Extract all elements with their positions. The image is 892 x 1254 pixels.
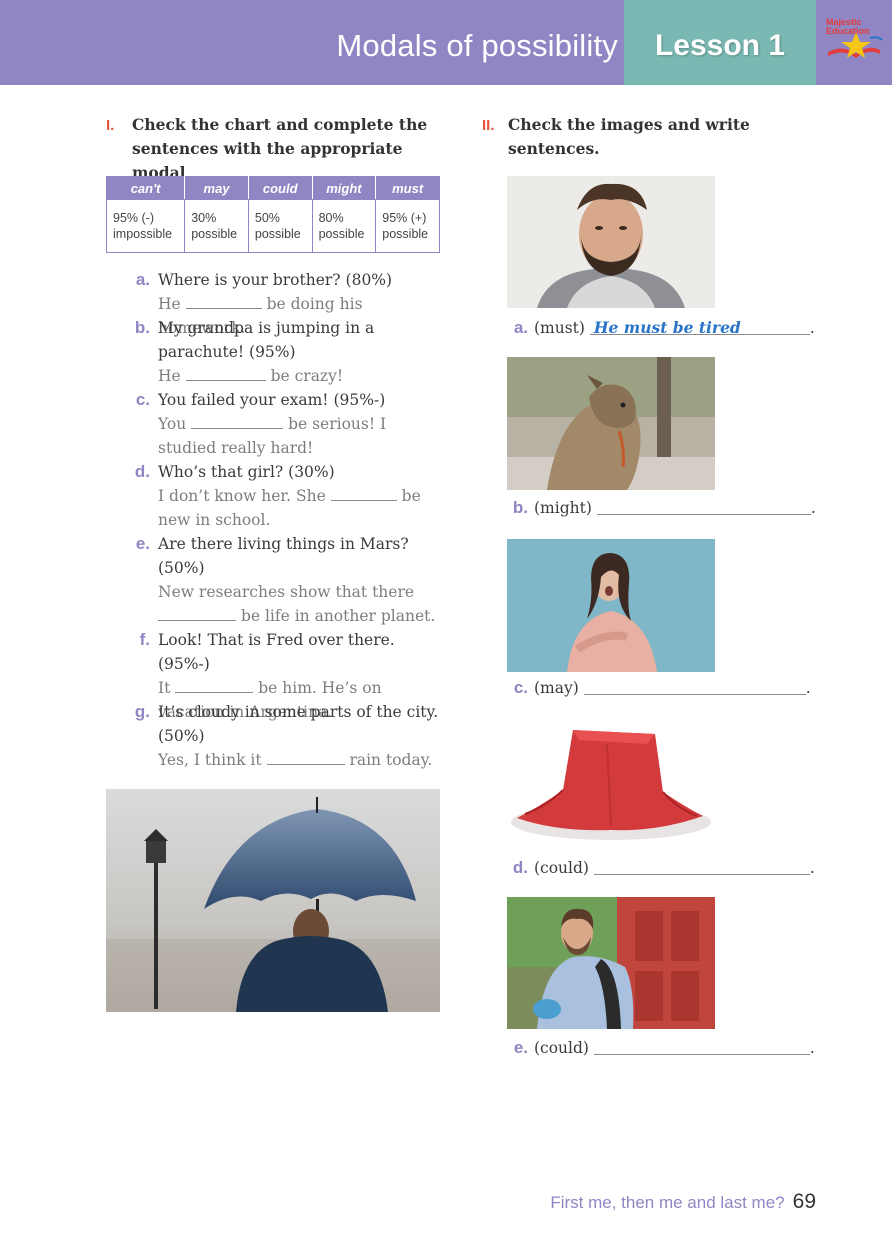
answer-blank[interactable] xyxy=(185,294,262,309)
answer-blank[interactable] xyxy=(266,750,345,765)
exercise-item-g: g. It’s cloudy in some parts of the city… xyxy=(130,700,442,772)
chart-header-cell: may xyxy=(184,176,249,200)
man-at-door-photo xyxy=(507,897,715,1029)
write-line-b: b. (might) . xyxy=(508,496,816,520)
chart-cell: 80% possible xyxy=(311,199,377,253)
dog-photo xyxy=(507,357,715,490)
tired-man-photo xyxy=(507,176,715,308)
write-line-e: e. (could) . xyxy=(508,1036,815,1060)
modal-chart: can't may could might must 95% (-) imposs… xyxy=(105,176,440,253)
write-line-c: c. (may) . xyxy=(508,676,811,700)
item-answer: He be crazy! xyxy=(158,366,344,385)
item-letter: a. xyxy=(135,270,150,289)
answer-blank[interactable] xyxy=(191,414,284,429)
logo-text: Majestic Education xyxy=(826,17,870,36)
scared-woman-photo xyxy=(507,539,715,672)
modal-hint: (could) xyxy=(534,859,589,877)
item-question: Who’s that girl? (30%) xyxy=(158,463,335,481)
page-footer: First me, then me and last me? 69 xyxy=(550,1190,816,1214)
modal-hint: (might) xyxy=(534,499,592,517)
item-answer: Yes, I think it rain today. xyxy=(158,750,433,769)
item-question: Look! That is Fred over there. (95%-) xyxy=(158,631,395,673)
item-letter: g. xyxy=(134,702,150,721)
chart-header-cell: might xyxy=(311,176,377,200)
write-line-a: a. (must) He must be tired. xyxy=(508,316,815,340)
chart-body-row: 95% (-) impossible 30% possible 50% possibl… xyxy=(105,199,440,253)
exercise-item-d: d. Who’s that girl? (30%) I don’t know h… xyxy=(130,460,442,532)
chart-cell: 30% possible xyxy=(184,199,249,253)
answer-line[interactable] xyxy=(593,1036,810,1055)
modal-hint: (could) xyxy=(534,1039,589,1057)
topic-title: Modals of possibility xyxy=(336,28,618,63)
item-letter: c. xyxy=(135,390,150,409)
chart-header-cell: can't xyxy=(105,176,186,200)
page-number: 69 xyxy=(792,1190,816,1213)
item-answer: New researches show that there be life i… xyxy=(158,583,436,625)
item-letter: e. xyxy=(513,1038,528,1057)
covered-object-photo xyxy=(507,718,715,852)
item-question: Are there living things in Mars? (50%) xyxy=(158,535,409,577)
modal-hint: (may) xyxy=(534,679,579,697)
section2-title: Check the images and write sentences. xyxy=(508,115,750,158)
answer-line[interactable] xyxy=(583,676,806,695)
exercise-item-e: e. Are there living things in Mars? (50%… xyxy=(130,532,442,628)
item-letter: f. xyxy=(139,630,150,649)
answer-blank[interactable] xyxy=(185,366,266,381)
answer-line[interactable] xyxy=(593,856,810,875)
chart-header-cell: could xyxy=(247,176,313,200)
item-question: You failed your exam! (95%-) xyxy=(158,391,386,409)
section1-title: Check the chart and complete the sentenc… xyxy=(132,115,428,182)
write-line-d: d. (could) . xyxy=(508,856,815,880)
answer-blank[interactable] xyxy=(175,678,254,693)
section2-number: II. xyxy=(482,117,495,134)
item-letter: d. xyxy=(512,858,528,877)
chart-header-row: can't may could might must xyxy=(105,176,440,200)
lesson-title: Lesson 1 xyxy=(654,29,786,62)
item-letter: a. xyxy=(513,318,528,337)
item-question: It’s cloudy in some parts of the city. (… xyxy=(158,703,439,745)
item-letter: b. xyxy=(134,318,150,337)
exercise-item-b: b. My grandpa is jumping in a parachute!… xyxy=(130,316,442,388)
chart-cell: 95% (+) possible xyxy=(375,199,440,253)
lesson-box: Lesson 1 xyxy=(624,0,816,85)
exercise-item-c: c. You failed your exam! (95%-) You be s… xyxy=(130,388,442,460)
chart-header-cell: must xyxy=(375,176,440,200)
umbrella-man-photo xyxy=(106,789,440,1012)
answer-line[interactable] xyxy=(596,496,811,515)
publisher-logo: Majestic Education xyxy=(820,14,886,64)
item-answer: I don’t know her. She be new in school. xyxy=(158,486,421,529)
answer-line[interactable]: He must be tired xyxy=(589,316,810,337)
item-question: Where is your brother? (80%) xyxy=(158,271,393,289)
footer-tagline: First me, then me and last me? xyxy=(550,1193,785,1212)
section1-number: I. xyxy=(106,117,115,134)
written-answer: He must be tired xyxy=(593,318,741,337)
item-letter: b. xyxy=(512,498,528,517)
item-question: My grandpa is jumping in a parachute! (9… xyxy=(158,319,375,361)
answer-blank[interactable] xyxy=(158,606,236,621)
chart-cell: 50% possible xyxy=(247,199,313,253)
page-header: Modals of possibility Lesson 1 Majestic … xyxy=(0,0,892,85)
item-letter: c. xyxy=(513,678,528,697)
item-letter: e. xyxy=(135,534,150,553)
modal-hint: (must) xyxy=(534,319,585,337)
answer-blank[interactable] xyxy=(330,486,397,501)
item-letter: d. xyxy=(134,462,150,481)
chart-cell: 95% (-) impossible xyxy=(105,199,186,253)
item-answer: You be serious! I studied really hard! xyxy=(158,414,387,457)
